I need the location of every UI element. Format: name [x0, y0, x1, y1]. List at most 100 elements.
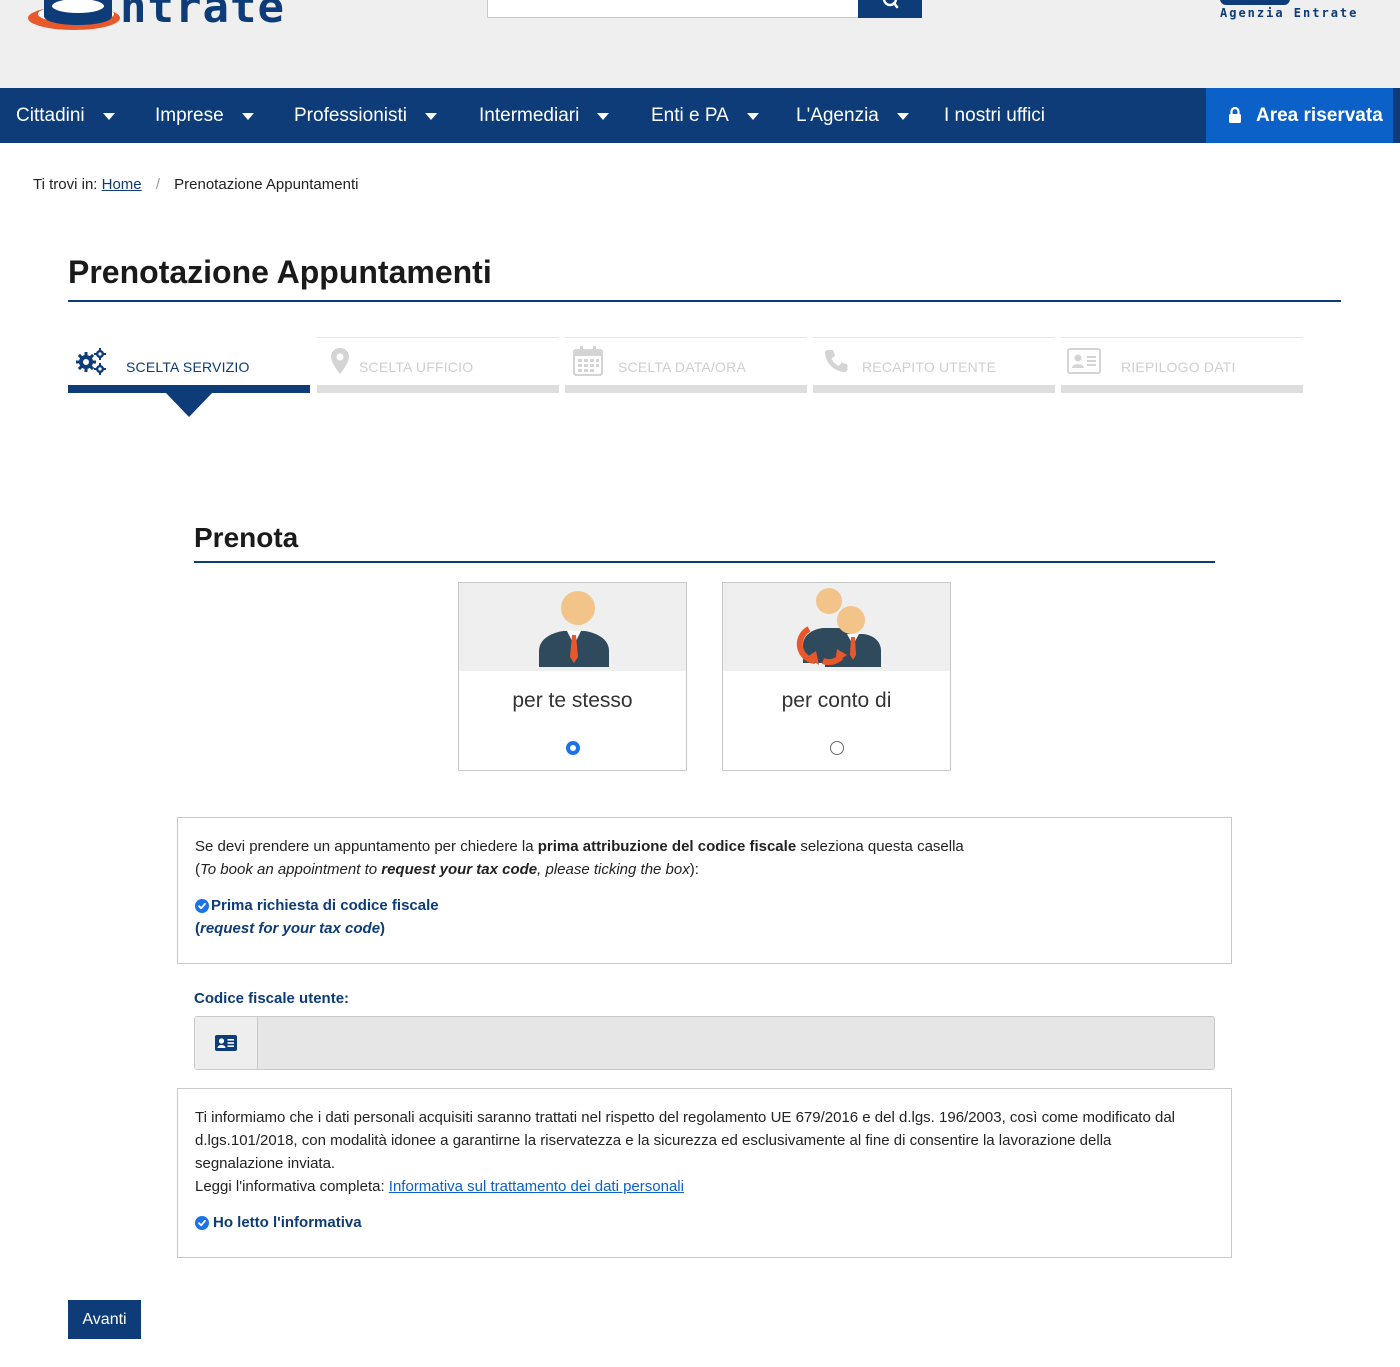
step-top-line — [565, 337, 807, 338]
text-segment: Leggi l'informativa completa: — [195, 1178, 389, 1195]
nav-item-enti-pa[interactable]: Enti e PA — [651, 88, 759, 143]
nav-item-imprese[interactable]: Imprese — [155, 88, 254, 143]
step-top-line — [317, 337, 559, 338]
informativa-link[interactable]: Informativa sul trattamento dei dati per… — [389, 1178, 684, 1195]
single-person-icon — [539, 591, 609, 667]
search-button[interactable] — [858, 0, 922, 18]
caret-down-icon — [425, 113, 437, 120]
nav-item-label: Imprese — [155, 104, 224, 126]
step-label: SCELTA SERVIZIO — [126, 359, 250, 375]
privacy-line-2: d.lgs.101/2018, con modalità idonee a ga… — [195, 1132, 1112, 1149]
text-segment: ): — [689, 861, 699, 878]
step-recapito-utente[interactable]: RECAPITO UTENTE — [813, 337, 1055, 393]
privacy-line-4: Leggi l'informativa completa: Informativ… — [195, 1176, 684, 1198]
avanti-button[interactable]: Avanti — [68, 1300, 141, 1339]
breadcrumb-prefix: Ti trovi in: — [33, 176, 98, 193]
text-segment-bold-italic: request your tax code — [381, 861, 538, 878]
nav-item-label: Cittadini — [16, 104, 85, 126]
privacy-line-1: Ti informiamo che i dati personali acqui… — [195, 1109, 1175, 1126]
step-label: SCELTA UFFICIO — [359, 359, 474, 375]
text-segment: ) — [380, 920, 386, 937]
codice-fiscale-input[interactable] — [259, 1017, 1214, 1069]
nav-item-label: L'Agenzia — [796, 104, 879, 126]
step-progress-bar — [68, 385, 310, 393]
nav-item-label: Intermediari — [479, 104, 580, 126]
codice-fiscale-info-box: Se devi prendere un appuntamento per chi… — [177, 817, 1232, 964]
step-scelta-ufficio[interactable]: SCELTA UFFICIO — [317, 337, 559, 393]
breadcrumb-separator: / — [155, 176, 160, 193]
codice-fiscale-label: Codice fiscale utente: — [194, 990, 350, 1007]
nav-item-cittadini[interactable]: Cittadini — [16, 88, 115, 143]
caret-down-icon — [746, 113, 759, 120]
section-divider — [194, 561, 1215, 563]
caret-down-icon — [896, 113, 909, 120]
caret-down-icon — [241, 113, 254, 120]
option-radio-per-te-stesso[interactable] — [566, 741, 580, 755]
main-nav: Cittadini Imprese Professionisti Interme… — [0, 88, 1400, 143]
nav-edge — [1393, 88, 1400, 143]
option-label: per conto di — [781, 689, 892, 712]
step-top-line — [813, 337, 1055, 338]
checkbox-label: Prima richiesta di codice fiscale — [211, 897, 439, 914]
step-scelta-servizio[interactable]: SCELTA SERVIZIO — [68, 337, 310, 393]
step-top-line — [1061, 337, 1303, 338]
step-progress-bar — [317, 385, 559, 393]
caret-down-icon — [597, 113, 610, 120]
option-label: per te stesso — [512, 689, 633, 712]
page-title: Prenotazione Appuntamenti — [68, 254, 492, 290]
nav-item-professionisti[interactable]: Professionisti — [294, 88, 437, 143]
step-label: SCELTA DATA/ORA — [618, 359, 746, 375]
step-riepilogo-dati[interactable]: RIEPILOGO DATI — [1061, 337, 1303, 393]
privacy-info-box: Ti informiamo che i dati personali acqui… — [177, 1088, 1232, 1258]
step-progress-bar — [1061, 385, 1303, 393]
agenzia-entrate-logo-text: Agenzia Entrate — [1220, 6, 1359, 20]
active-step-pointer-icon — [166, 393, 212, 417]
step-label: RECAPITO UTENTE — [862, 359, 997, 375]
text-segment-bold: prima attribuzione del codice fiscale — [537, 838, 797, 855]
text-segment-bold-italic: request for your tax code — [200, 920, 381, 937]
area-riservata-label: Area riservata — [1256, 104, 1383, 126]
step-progress-bar — [565, 385, 807, 393]
caret-down-icon — [102, 113, 115, 120]
breadcrumb-home-link[interactable]: Home — [102, 176, 142, 193]
nav-item-label: I nostri uffici — [944, 104, 1046, 126]
section-title-prenota: Prenota — [194, 522, 299, 553]
nav-item-nostri-uffici[interactable]: I nostri uffici — [944, 88, 1045, 143]
privacy-line-3: segnalazione inviata. — [195, 1155, 336, 1172]
two-persons-exchange-icon — [796, 588, 881, 667]
phone-icon — [819, 345, 853, 377]
area-riservata-button[interactable]: Area riservata — [1206, 88, 1393, 143]
option-radio-per-conto-di[interactable] — [830, 741, 844, 755]
step-scelta-data-ora[interactable]: SCELTA DATA/ORA — [565, 337, 807, 393]
nav-item-agenzia[interactable]: L'Agenzia — [796, 88, 909, 143]
prima-richiesta-checkbox[interactable]: Prima richiesta di codice fiscale — [195, 897, 439, 914]
card-illustration — [723, 583, 950, 671]
checkbox-label: Ho letto l'informativa — [213, 1214, 362, 1231]
nav-item-label: Professionisti — [294, 104, 407, 126]
codice-info-line-2: (To book an appointment to request your … — [195, 859, 699, 881]
nav-item-intermediari[interactable]: Intermediari — [479, 88, 610, 143]
check-circle-icon — [195, 1215, 209, 1230]
breadcrumb: Ti trovi in: Home / Prenotazione Appunta… — [33, 176, 358, 193]
text-segment: seleziona questa casella — [796, 838, 964, 855]
id-card-icon — [1067, 345, 1101, 377]
calendar-icon — [571, 345, 605, 377]
codice-fiscale-input-group — [194, 1016, 1215, 1070]
step-progress-bar — [813, 385, 1055, 393]
text-segment: Se devi prendere un appuntamento per chi… — [195, 838, 538, 855]
lock-icon — [1229, 107, 1241, 123]
option-card-per-te-stesso[interactable]: per te stesso — [458, 582, 687, 771]
breadcrumb-current: Prenotazione Appuntamenti — [174, 176, 359, 193]
ho-letto-informativa-checkbox[interactable]: Ho letto l'informativa — [195, 1214, 362, 1231]
id-card-icon — [195, 1017, 258, 1069]
entrate-logo-icon[interactable] — [14, 0, 120, 30]
logo-wordmark[interactable]: ntrate — [120, 0, 285, 30]
option-card-per-conto-di[interactable]: per conto di — [722, 582, 951, 771]
prima-richiesta-sublabel: (request for your tax code) — [195, 920, 385, 937]
title-divider — [68, 300, 1341, 302]
text-segment-italic: To book an appointment to — [200, 861, 382, 878]
search-input[interactable] — [487, 0, 859, 18]
search-icon — [882, 0, 899, 9]
gears-icon — [74, 345, 108, 377]
text-segment-italic: , please ticking the box — [537, 861, 690, 878]
